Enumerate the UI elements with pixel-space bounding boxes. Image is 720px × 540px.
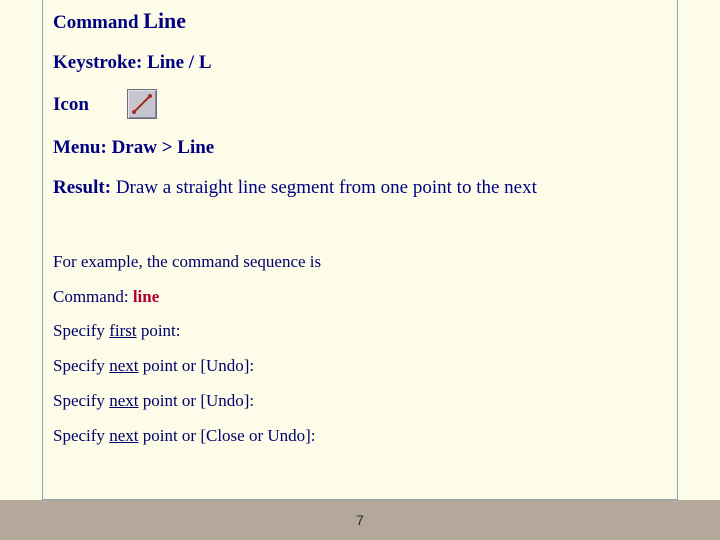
example-intro: For example, the command sequence is [53, 251, 667, 274]
keystroke-label: Keystroke: [53, 52, 147, 73]
heading-main: Line [143, 8, 186, 33]
prompt-line: Specify next point or [Undo]: [53, 390, 667, 413]
icon-label: Icon [53, 92, 89, 118]
prompt-line: Specify next point or [Undo]: [53, 355, 667, 378]
heading-row: Command Line [53, 6, 667, 36]
prompt-line: Specify first point: [53, 320, 667, 343]
command-name: line [133, 287, 159, 306]
line-icon [127, 89, 157, 119]
result-text: Draw a straight line segment from one po… [116, 177, 537, 198]
icon-row: Icon [53, 89, 667, 119]
menu-value: Draw > Line [112, 137, 215, 158]
heading-prefix: Command [53, 12, 143, 33]
menu-row: Menu: Draw > Line [53, 135, 667, 161]
keystroke-row: Keystroke: Line / L [53, 50, 667, 76]
result-label: Result: [53, 177, 116, 198]
command-label: Command: [53, 287, 133, 306]
footer-band: 7 [0, 500, 720, 540]
page-number: 7 [356, 512, 364, 528]
command-sequence: For example, the command sequence is Com… [53, 251, 667, 449]
menu-label: Menu: [53, 137, 112, 158]
result-row: Result: Draw a straight line segment fro… [53, 175, 667, 201]
command-line: Command: line [53, 286, 667, 309]
prompt-line: Specify next point or [Close or Undo]: [53, 425, 667, 448]
keystroke-value: Line / L [147, 52, 211, 73]
content-frame: Command Line Keystroke: Line / L Icon Me… [42, 0, 678, 500]
